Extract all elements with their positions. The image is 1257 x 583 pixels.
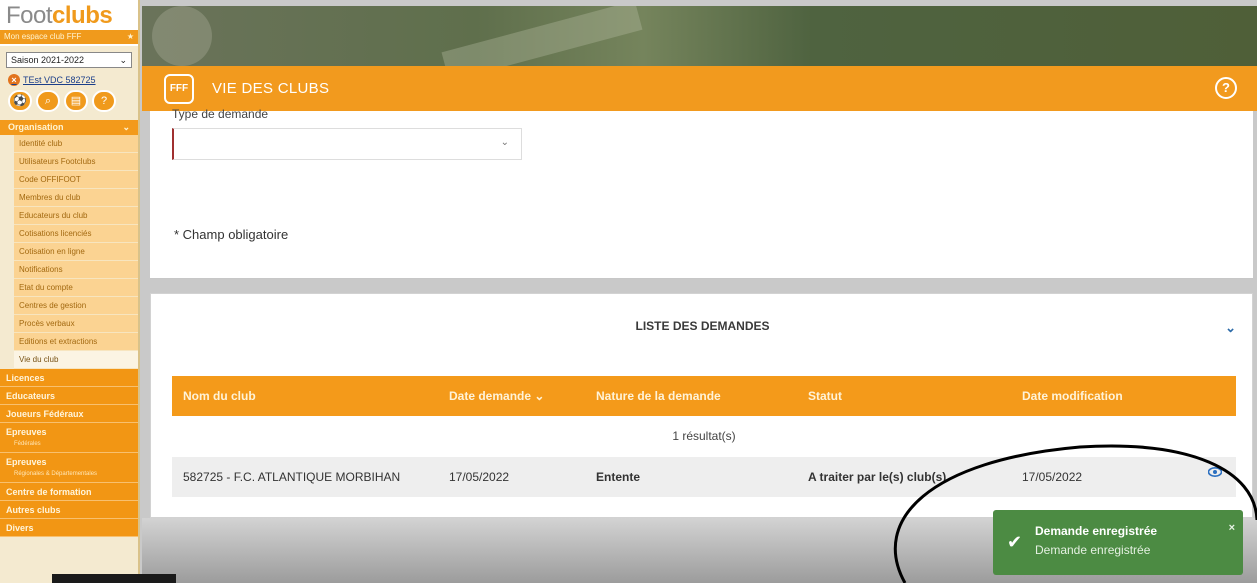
bottom-overlay-bar [52,574,176,583]
menu-section-divers[interactable]: Divers [0,519,138,537]
requests-table: Nom du club Date demande ⌄ Nature de la … [172,376,1236,497]
toast-title: Demande enregistrée [1035,524,1158,538]
menu-item-proces-verbaux[interactable]: Procès verbaux [14,315,138,333]
collapse-chevron-icon[interactable]: ⌄ [1225,320,1236,336]
sort-chevron-icon[interactable]: ⌄ [534,389,544,403]
logo-text: Foot [6,2,53,29]
menu-item-utilisateurs[interactable]: Utilisateurs Footclubs [14,153,138,171]
list-title: LISTE DES DEMANDES [635,319,770,333]
required-field-note: * Champ obligatoire [174,227,289,242]
toast-message: Demande enregistrée [1035,543,1151,557]
header-banner-image [142,6,1257,66]
menu-section-centre-formation[interactable]: Centre de formation [0,483,138,501]
results-count: 1 résultat(s) [672,429,736,443]
page-title: VIE DES CLUBS [212,80,330,97]
menu-item-educateurs[interactable]: Educateurs du club [14,207,138,225]
cell-nature: Entente [596,470,641,484]
page-header: FFF VIE DES CLUBS ? [142,66,1257,111]
menu-section-licences[interactable]: Licences [0,369,138,387]
cell-date-demande: 17/05/2022 [449,470,510,484]
menu-section-epreuves-federales[interactable]: Epreuves Fédérales [0,423,138,453]
cell-date-modification: 17/05/2022 [1011,467,1236,484]
cell-club: 582725 - F.C. ATLANTIQUE MORBIHAN [183,470,401,484]
menu-section-epreuves-regionales[interactable]: Epreuves Régionales & Départementales [0,453,138,483]
close-icon[interactable]: × [1229,522,1235,534]
fff-logo-icon: FFF [164,73,194,104]
season-select[interactable]: Saison 2021-2022 ⌄ [6,52,132,68]
column-header-nom-du-club[interactable]: Nom du club [172,389,438,403]
menu-item-centres-de-gestion[interactable]: Centres de gestion [14,297,138,315]
chevron-down-icon: ⌄ [122,122,130,132]
shortcut-icons: ⚽ ⌕ ▤ ? [8,90,138,112]
menu-item-vie-du-club[interactable]: Vie du club [14,351,138,369]
menu-item-identite-club[interactable]: Identité club [14,135,138,153]
logo-accent-text: clubs [52,2,113,29]
request-form-panel: Type de demande ⌄ * Champ obligatoire [150,107,1253,279]
cell-statut: A traiter par le(s) club(s) [808,470,947,484]
menu-item-code-offifoot[interactable]: Code OFFIFOOT [14,171,138,189]
menu-item-etat-du-compte[interactable]: Etat du compte [14,279,138,297]
menu-item-notifications[interactable]: Notifications [14,261,138,279]
search-icon[interactable]: ⌕ [36,90,60,112]
help-button[interactable]: ? [1215,77,1237,99]
column-header-date-modification[interactable]: Date modification [1011,389,1236,403]
close-icon[interactable]: × [8,74,20,86]
column-header-date-demande[interactable]: Date demande ⌄ [438,389,585,403]
type-demande-select[interactable]: ⌄ [172,128,522,160]
view-eye-icon[interactable] [1207,465,1223,480]
menu-item-editions[interactable]: Editions et extractions [14,333,138,351]
menu-item-cotisation-en-ligne[interactable]: Cotisation en ligne [14,243,138,261]
chevron-down-icon: ⌄ [119,55,127,65]
column-header-statut[interactable]: Statut [797,389,1011,403]
help-icon[interactable]: ? [92,90,116,112]
footclubs-logo[interactable]: Footclubs Mon espace club FFF ★ [0,0,138,46]
checkmark-icon: ✔ [1007,532,1023,552]
document-icon[interactable]: ▤ [64,90,88,112]
menu-organisation[interactable]: Organisation ⌄ [0,120,138,135]
menu-item-membres[interactable]: Membres du club [14,189,138,207]
chevron-down-icon: ⌄ [500,137,509,148]
menu-section-joueurs-federaux[interactable]: Joueurs Fédéraux [0,405,138,423]
request-list-panel: LISTE DES DEMANDES ⌄ Nom du club Date de… [150,293,1253,518]
table-header: Nom du club Date demande ⌄ Nature de la … [172,376,1236,416]
success-toast[interactable]: ✔ Demande enregistrée Demande enregistré… [993,510,1243,575]
type-demande-label: Type de demande [172,107,269,121]
menu-section-educateurs[interactable]: Educateurs [0,387,138,405]
sidebar: Footclubs Mon espace club FFF ★ Saison 20… [0,0,140,583]
star-icon: ★ [126,32,134,41]
menu-section-autres-clubs[interactable]: Autres clubs [0,501,138,519]
column-header-nature[interactable]: Nature de la demande [585,389,797,403]
ball-icon[interactable]: ⚽ [8,90,32,112]
club-link[interactable]: × TEst VDC 582725 [8,74,138,86]
logo-subtitle: Mon espace club FFF ★ [0,30,138,44]
table-row[interactable]: 582725 - F.C. ATLANTIQUE MORBIHAN 17/05/… [172,457,1236,497]
menu-item-cotisations-licencies[interactable]: Cotisations licenciés [14,225,138,243]
